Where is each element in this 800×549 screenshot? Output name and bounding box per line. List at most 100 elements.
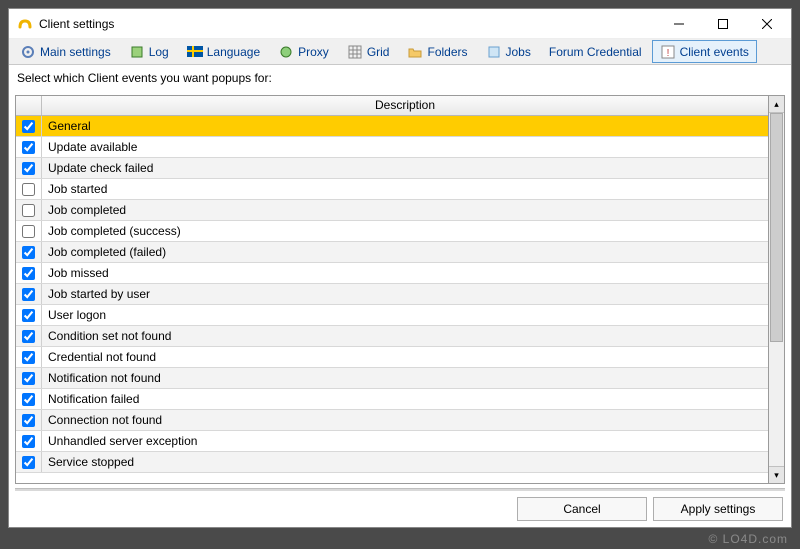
event-checkbox[interactable]	[22, 162, 35, 175]
row-checkbox-cell	[16, 179, 42, 199]
table-row[interactable]: Job completed (success)	[16, 221, 768, 242]
tab-label: Proxy	[298, 45, 329, 59]
table-row[interactable]: User logon	[16, 305, 768, 326]
event-checkbox[interactable]	[22, 267, 35, 280]
event-label: Notification not found	[42, 371, 768, 385]
event-label: Job completed (success)	[42, 224, 768, 238]
table-row[interactable]: Job started	[16, 179, 768, 200]
event-label: Unhandled server exception	[42, 434, 768, 448]
minimize-button[interactable]	[657, 10, 701, 38]
apply-settings-button[interactable]: Apply settings	[653, 497, 783, 521]
tab-folders[interactable]: Folders	[399, 40, 475, 63]
event-checkbox[interactable]	[22, 246, 35, 259]
tab-jobs[interactable]: Jobs	[478, 40, 539, 63]
svg-text:!: !	[666, 48, 669, 59]
tab-grid[interactable]: Grid	[339, 40, 398, 63]
folder-icon	[407, 44, 423, 60]
row-checkbox-cell	[16, 242, 42, 262]
row-checkbox-cell	[16, 137, 42, 157]
event-checkbox[interactable]	[22, 288, 35, 301]
gear-icon	[20, 44, 36, 60]
log-icon	[129, 44, 145, 60]
tab-label: Folders	[427, 45, 467, 59]
event-checkbox[interactable]	[22, 225, 35, 238]
vertical-scrollbar[interactable]: ▴ ▾	[768, 95, 785, 484]
tab-client-events[interactable]: ! Client events	[652, 40, 757, 63]
grid-body: General Update available Update check fail…	[16, 116, 768, 483]
table-row[interactable]: Notification failed	[16, 389, 768, 410]
row-checkbox-cell	[16, 326, 42, 346]
flag-icon	[187, 44, 203, 60]
tab-proxy[interactable]: Proxy	[270, 40, 337, 63]
event-label: Credential not found	[42, 350, 768, 364]
event-checkbox[interactable]	[22, 330, 35, 343]
settings-window: Client settings Main settings Log Langua…	[8, 8, 792, 528]
tab-main-settings[interactable]: Main settings	[12, 40, 119, 63]
tab-forum-credential[interactable]: Forum Credential	[541, 40, 650, 63]
event-checkbox[interactable]	[22, 435, 35, 448]
tab-label: Grid	[367, 45, 390, 59]
table-row[interactable]: Service stopped	[16, 452, 768, 473]
row-checkbox-cell	[16, 263, 42, 283]
app-icon	[17, 16, 33, 32]
event-label: User logon	[42, 308, 768, 322]
event-checkbox[interactable]	[22, 414, 35, 427]
scroll-track[interactable]	[769, 113, 784, 466]
row-checkbox-cell	[16, 431, 42, 451]
table-row[interactable]: Job started by user	[16, 284, 768, 305]
scroll-down-button[interactable]: ▾	[769, 466, 784, 483]
event-checkbox[interactable]	[22, 372, 35, 385]
event-label: Condition set not found	[42, 329, 768, 343]
table-row[interactable]: Update available	[16, 137, 768, 158]
tab-label: Forum Credential	[549, 45, 642, 59]
scroll-thumb[interactable]	[770, 113, 783, 342]
event-label: Job completed	[42, 203, 768, 217]
row-checkbox-cell	[16, 389, 42, 409]
table-row[interactable]: Update check failed	[16, 158, 768, 179]
events-icon: !	[660, 44, 676, 60]
row-checkbox-cell	[16, 284, 42, 304]
table-row[interactable]: Notification not found	[16, 368, 768, 389]
settings-tabs: Main settings Log Language Proxy Grid Fo…	[9, 39, 791, 65]
grid-icon	[347, 44, 363, 60]
table-row[interactable]: Credential not found	[16, 347, 768, 368]
table-row[interactable]: Unhandled server exception	[16, 431, 768, 452]
cancel-button[interactable]: Cancel	[517, 497, 647, 521]
event-checkbox[interactable]	[22, 393, 35, 406]
tab-label: Main settings	[40, 45, 111, 59]
header-checkbox-col[interactable]	[16, 96, 42, 115]
tab-label: Client events	[680, 45, 749, 59]
close-button[interactable]	[745, 10, 789, 38]
row-checkbox-cell	[16, 158, 42, 178]
event-checkbox[interactable]	[22, 309, 35, 322]
event-checkbox[interactable]	[22, 456, 35, 469]
events-grid: Description General Update available Updat…	[15, 95, 785, 484]
event-label: General	[42, 119, 768, 133]
tab-log[interactable]: Log	[121, 40, 177, 63]
scroll-up-button[interactable]: ▴	[769, 96, 784, 113]
tab-language[interactable]: Language	[179, 40, 268, 63]
event-checkbox[interactable]	[22, 141, 35, 154]
table-row[interactable]: Connection not found	[16, 410, 768, 431]
event-label: Job missed	[42, 266, 768, 280]
table-row[interactable]: Job missed	[16, 263, 768, 284]
table-row[interactable]: Job completed	[16, 200, 768, 221]
table-row[interactable]: Condition set not found	[16, 326, 768, 347]
event-label: Update available	[42, 140, 768, 154]
row-checkbox-cell	[16, 200, 42, 220]
table-row[interactable]: General	[16, 116, 768, 137]
maximize-button[interactable]	[701, 10, 745, 38]
tab-label: Jobs	[506, 45, 531, 59]
event-label: Service stopped	[42, 455, 768, 469]
title-bar: Client settings	[9, 9, 791, 39]
row-checkbox-cell	[16, 116, 42, 136]
event-checkbox[interactable]	[22, 120, 35, 133]
event-label: Notification failed	[42, 392, 768, 406]
event-checkbox[interactable]	[22, 183, 35, 196]
event-checkbox[interactable]	[22, 204, 35, 217]
tab-label: Log	[149, 45, 169, 59]
table-row[interactable]: Job completed (failed)	[16, 242, 768, 263]
event-checkbox[interactable]	[22, 351, 35, 364]
header-description-col[interactable]: Description	[42, 96, 768, 115]
instruction-text: Select which Client events you want popu…	[9, 65, 791, 95]
